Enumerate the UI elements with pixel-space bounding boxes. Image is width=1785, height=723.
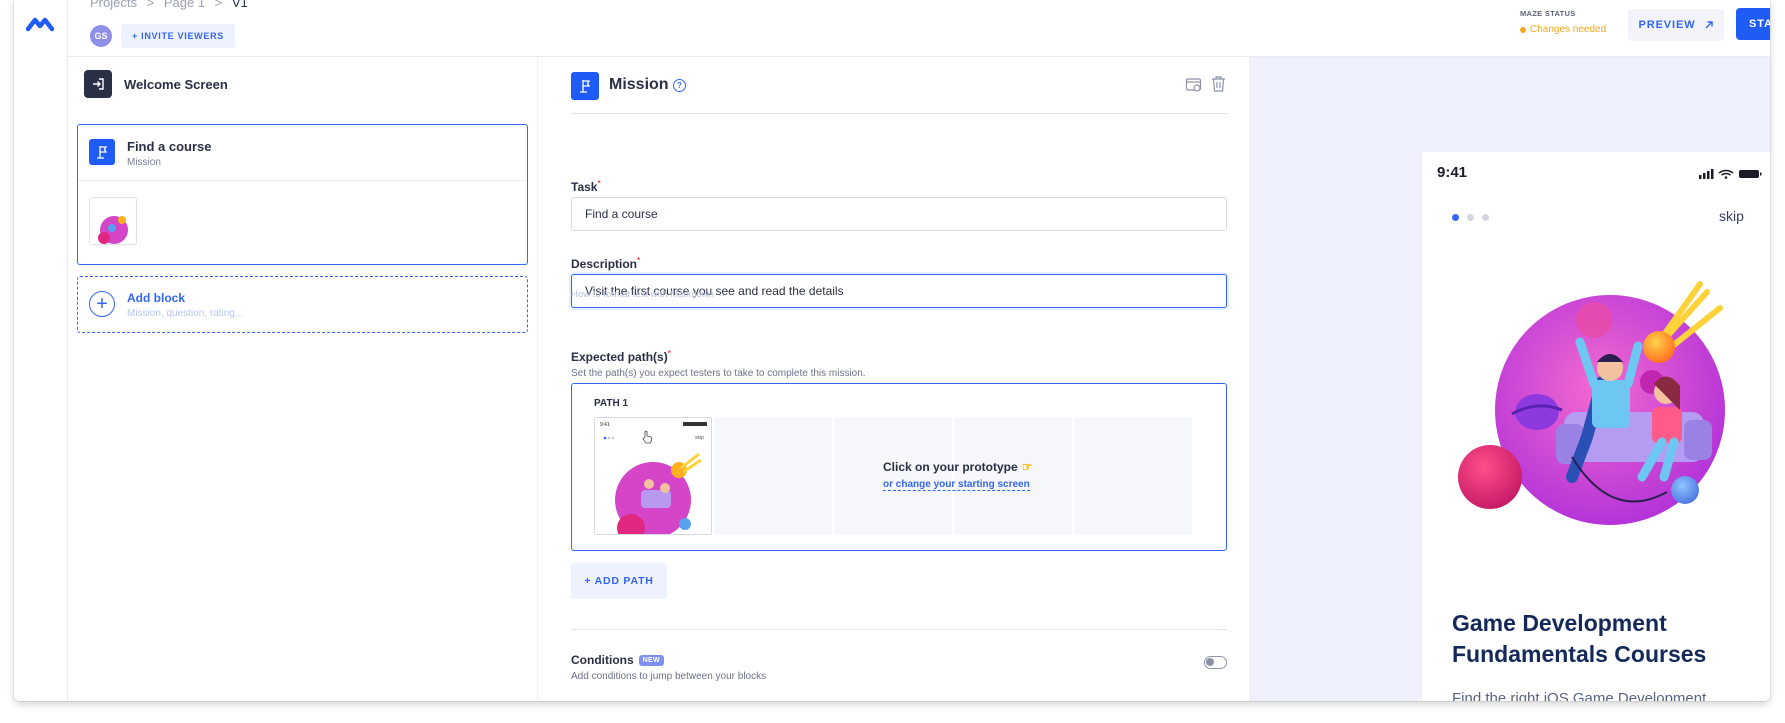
screen-settings-icon[interactable] bbox=[1185, 76, 1203, 94]
preview-button[interactable]: PREVIEW bbox=[1628, 9, 1724, 41]
avatar[interactable]: GS bbox=[90, 25, 112, 47]
conditions-toggle[interactable] bbox=[1204, 656, 1227, 669]
help-icon[interactable]: ? bbox=[673, 79, 686, 92]
breadcrumb-separator: > bbox=[146, 0, 155, 10]
breadcrumb-page[interactable]: Page 1 bbox=[164, 0, 205, 10]
new-badge: NEW bbox=[638, 654, 664, 666]
status-dot-icon bbox=[1520, 26, 1526, 33]
preview-title: Game Development Fundamentals Courses bbox=[1452, 610, 1707, 667]
required-asterisk: * bbox=[637, 256, 641, 265]
mission-icon bbox=[571, 72, 599, 100]
path-screen-placeholder bbox=[714, 417, 832, 535]
prototype-cta-title: Click on your prototype ☞ bbox=[883, 460, 1032, 474]
task-input[interactable]: Find a course bbox=[571, 197, 1227, 231]
external-link-icon bbox=[1705, 21, 1713, 29]
app-window: Projects > Page 1 > V1 GS + INVITE VIEWE… bbox=[14, 0, 1770, 701]
add-block-title: Add block bbox=[127, 291, 186, 305]
add-block-subtitle: Mission, question, rating... bbox=[127, 308, 244, 319]
block-subtitle: Mission bbox=[127, 157, 161, 168]
app-rail bbox=[14, 0, 68, 701]
breadcrumb: Projects > Page 1 > V1 bbox=[90, 0, 254, 10]
block-screen-thumbnail[interactable] bbox=[89, 197, 137, 245]
trash-icon[interactable] bbox=[1210, 75, 1227, 93]
expected-paths-description: Set the path(s) you expect testers to ta… bbox=[571, 368, 866, 379]
phone-status-icons bbox=[1699, 169, 1762, 179]
path-screen-thumbnail[interactable]: 9:41 skip bbox=[594, 417, 712, 535]
path-card[interactable]: PATH 1 9:41 skip Click on your prototype… bbox=[571, 383, 1227, 551]
onboarding-pagination bbox=[1452, 214, 1489, 221]
conditions-description: Add conditions to jump between your bloc… bbox=[571, 671, 767, 682]
expected-paths-label: Expected path(s)* bbox=[571, 349, 671, 364]
prototype-preview-pane: 9:41 skip Game Development Fundamentals … bbox=[1249, 57, 1770, 701]
top-header: Projects > Page 1 > V1 GS + INVITE VIEWE… bbox=[68, 0, 1770, 57]
description-label: Description* bbox=[571, 256, 640, 271]
start-testing-button[interactable]: STA bbox=[1736, 8, 1770, 40]
breadcrumb-separator: > bbox=[214, 0, 223, 10]
skip-link[interactable]: skip bbox=[1719, 208, 1744, 224]
status-label: MAZE STATUS bbox=[1520, 9, 1576, 18]
breadcrumb-projects[interactable]: Projects bbox=[90, 0, 137, 10]
task-label-text: Task bbox=[571, 180, 598, 194]
expected-paths-label-text: Expected path(s) bbox=[571, 350, 668, 364]
markdown-help-link[interactable]: How to format text with Markdown → bbox=[571, 289, 726, 300]
thumb-time: 9:41 bbox=[600, 422, 610, 428]
add-block-button[interactable]: + Add block Mission, question, rating... bbox=[77, 276, 528, 333]
prototype-cta: Click on your prototype ☞ or change your… bbox=[883, 460, 1032, 492]
pointing-hand-icon: ☞ bbox=[1021, 460, 1033, 474]
toggle-knob bbox=[1206, 658, 1214, 666]
hand-cursor-icon bbox=[642, 430, 653, 444]
task-label: Task* bbox=[571, 179, 601, 194]
blocks-sidebar: Welcome Screen Find a course Mission + A… bbox=[68, 57, 538, 701]
welcome-screen-label: Welcome Screen bbox=[124, 76, 228, 92]
sign-in-icon bbox=[84, 70, 112, 98]
breadcrumb-version[interactable]: V1 bbox=[232, 0, 248, 10]
block-title: Find a course bbox=[127, 139, 212, 154]
welcome-screen-item[interactable]: Welcome Screen bbox=[84, 70, 228, 98]
phone-preview[interactable]: 9:41 skip Game Development Fundamentals … bbox=[1422, 152, 1770, 701]
thumb-skip: skip bbox=[695, 435, 704, 441]
conditions-label: Conditions NEW bbox=[571, 653, 664, 667]
gaming-illustration bbox=[1458, 281, 1725, 525]
editor-header: Mission ? bbox=[571, 72, 1227, 114]
page-dot-active bbox=[1452, 214, 1459, 221]
required-asterisk: * bbox=[597, 179, 601, 188]
preview-body: Find the right iOS Game Development bbox=[1452, 690, 1707, 701]
change-starting-screen-link[interactable]: or change your starting screen bbox=[883, 479, 1030, 491]
status-value: Changes needed bbox=[1530, 24, 1607, 35]
phone-time: 9:41 bbox=[1437, 164, 1468, 181]
invite-viewers-button[interactable]: + INVITE VIEWERS bbox=[121, 24, 235, 48]
block-card-find-course[interactable]: Find a course Mission bbox=[77, 124, 528, 265]
prototype-cta-text: Click on your prototype bbox=[883, 460, 1018, 474]
conditions-label-text: Conditions bbox=[571, 653, 634, 667]
block-editor: Mission ? Task* Find a course Descriptio… bbox=[538, 57, 1249, 701]
add-path-button[interactable]: + ADD PATH bbox=[571, 563, 667, 599]
preview-label: PREVIEW bbox=[1638, 19, 1696, 31]
page-dot bbox=[1482, 214, 1489, 221]
description-label-text: Description bbox=[571, 257, 638, 271]
path-screen-placeholder bbox=[1074, 417, 1192, 535]
block-card-header: Find a course Mission bbox=[78, 125, 527, 181]
status-badge: Changes needed bbox=[1520, 24, 1606, 35]
path-title: PATH 1 bbox=[594, 398, 629, 409]
required-asterisk: * bbox=[667, 349, 671, 358]
maze-logo-icon[interactable] bbox=[26, 14, 58, 34]
mission-icon bbox=[89, 139, 115, 165]
divider bbox=[571, 629, 1227, 630]
page-dot bbox=[1467, 214, 1474, 221]
editor-title: Mission bbox=[609, 76, 669, 93]
plus-circle-icon: + bbox=[89, 291, 115, 317]
